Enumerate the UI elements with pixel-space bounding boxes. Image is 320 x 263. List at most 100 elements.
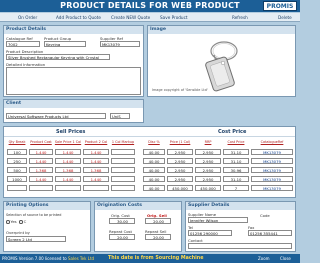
price-cell[interactable]: 2.950 [167,148,193,155]
radio-yes[interactable] [6,220,10,224]
product-cost-cell[interactable]: 1.440 [29,175,53,182]
menu-add-to-quote[interactable]: Add Product to Quote [56,15,101,20]
col-price-1col: Price (1 Col) [169,140,191,144]
product-2col-cell[interactable]: 1.440 [83,157,109,164]
cost-price-cell[interactable]: 31.10 [223,157,249,164]
origination-costs-panel: Origination Costs Orig. Cost 30.00 Orig.… [94,201,182,252]
menu-save-product[interactable]: Save Product [160,15,188,20]
disc-cell[interactable]: 40.00 [143,184,165,191]
product-cost-cell[interactable] [29,184,53,191]
repeat-sell-input[interactable]: 20.00 [145,234,171,240]
table-row [6,183,136,192]
supplier-name-select[interactable]: Jennifer Wilson [188,217,248,223]
overprint-label: Overprint by [6,230,30,235]
origination-costs-header: Origination Costs [95,202,181,210]
menu-delete[interactable]: Delete [278,15,292,20]
markup-cell[interactable] [111,184,135,191]
catalogue-ref-cell[interactable]: MK13079 [251,175,293,182]
catalogue-ref-cell[interactable]: MK13079 [251,157,293,164]
qty-cell[interactable]: 1000 [7,175,27,182]
catalogue-ref-cell[interactable]: MK13079 [251,184,293,191]
markup-cell[interactable] [111,157,135,164]
zoom-button[interactable]: Zoom [258,256,270,261]
menu-refresh[interactable]: Refresh [232,15,248,20]
cost-price-header: Cost Price [218,129,247,135]
cost-price-cell[interactable]: 31.10 [223,148,249,155]
client-select[interactable]: Universal Software Products Ltd [6,113,106,119]
price-cell[interactable]: 2.950 [167,166,193,173]
radio-c-label: C [23,219,27,224]
col-qty-break: Qty Break [8,140,26,144]
qty-cell[interactable]: 500 [7,166,27,173]
price-cell[interactable]: 450.000 [167,184,193,191]
product-cost-cell[interactable]: 1.368 [29,166,53,173]
disc-cell[interactable]: 40.00 [143,175,165,182]
orig-cost-input[interactable]: 30.00 [109,218,135,224]
printing-options-header: Printing Options [4,202,90,210]
sale-price-cell[interactable] [55,184,81,191]
disc-cell[interactable]: 40.00 [143,157,165,164]
close-button[interactable]: Close [280,256,291,261]
supplier-details-panel: Supplier Details Supplier Name Jennifer … [185,201,296,252]
fax-input[interactable]: 01256 355441 [248,230,292,236]
description-input[interactable]: Silver Brushed Rectangular Keyring with … [6,54,110,60]
contact-select[interactable] [188,243,292,249]
product-details-panel: Product Details Catalogue Ref 7002 Produ… [3,25,144,97]
qty-cell[interactable]: 100 [7,148,27,155]
overprint-select[interactable]: Screen 2 Ltd [6,236,66,242]
sale-price-cell[interactable]: 1.368 [55,166,81,173]
detailed-info-textarea[interactable] [6,67,141,95]
supplier-ref-input[interactable]: MK13079 [100,41,140,47]
price-cell[interactable]: 2.950 [167,175,193,182]
table-row: 1000 1.440 1.440 1.440 [6,174,136,183]
qty-cell[interactable] [7,184,27,191]
rrp-cell[interactable]: 450.000 [195,184,221,191]
rrp-cell[interactable]: 2.950 [195,157,221,164]
col-product-cost: Product Cost [30,140,52,144]
product-2col-cell[interactable]: 1.440 [83,175,109,182]
rrp-cell[interactable]: 2.950 [195,148,221,155]
disc-cell[interactable]: 40.00 [143,166,165,173]
cost-price-cell[interactable]: 30.96 [223,166,249,173]
catalogue-ref-cell[interactable]: MK13079 [251,166,293,173]
cost-price-cell[interactable]: 7 [223,184,249,191]
window-title: PRODUCT DETAILS FOR WEB PRODUCT [60,1,240,10]
price-cell[interactable]: 2.950 [167,157,193,164]
rrp-cell[interactable]: 2.950 [195,175,221,182]
title-bar: PRODUCT DETAILS FOR WEB PRODUCT PROMIS [0,0,300,12]
sale-price-cell[interactable]: 1.440 [55,157,81,164]
sale-price-cell[interactable]: 1.440 [55,175,81,182]
catalogue-ref-cell[interactable]: MK13079 [251,148,293,155]
product-cost-cell[interactable]: 1.440 [29,157,53,164]
markup-cell[interactable] [111,166,135,173]
license-text: PROMIS Version 7.00 licensed to [2,256,67,261]
image-header: Image [148,26,295,34]
product-cost-cell[interactable]: 1.440 [29,148,53,155]
col-rrp: RRP [204,140,212,144]
product-2col-cell[interactable]: 1.368 [83,166,109,173]
product-2col-cell[interactable] [83,184,109,191]
sale-price-cell[interactable]: 1.440 [55,148,81,155]
disc-cell[interactable]: 40.00 [143,148,165,155]
col-cost-price: Cost Price [227,140,245,144]
product-image-frame: Image copyright of 'Sensible Ltd' [150,35,294,95]
col-markup: 1 Col Markup [111,140,135,144]
catalogue-ref-input[interactable]: 7002 [6,41,40,47]
product-2col-cell[interactable]: 1.440 [83,148,109,155]
orig-sell-input[interactable]: 20.00 [145,218,171,224]
tel-input[interactable]: 01256 290000 [188,230,232,236]
menu-create-quote[interactable]: Create NEW Quote [111,15,150,20]
markup-cell[interactable] [111,175,135,182]
markup-cell[interactable] [111,148,135,155]
product-group-select[interactable]: Keyring [44,41,86,47]
print-radio-group: Yes C [6,219,26,224]
menu-on-order[interactable]: On Order [18,15,37,20]
keyring-image [205,41,238,92]
radio-c[interactable] [19,220,23,224]
printing-options-panel: Printing Options Selection of source to … [3,201,91,252]
rrp-cell[interactable]: 2.950 [195,166,221,173]
repeat-cost-input[interactable]: 20.00 [109,234,135,240]
cost-price-cell[interactable]: 31.10 [223,175,249,182]
qty-cell[interactable]: 250 [7,157,27,164]
supplier-details-header: Supplier Details [186,202,295,210]
